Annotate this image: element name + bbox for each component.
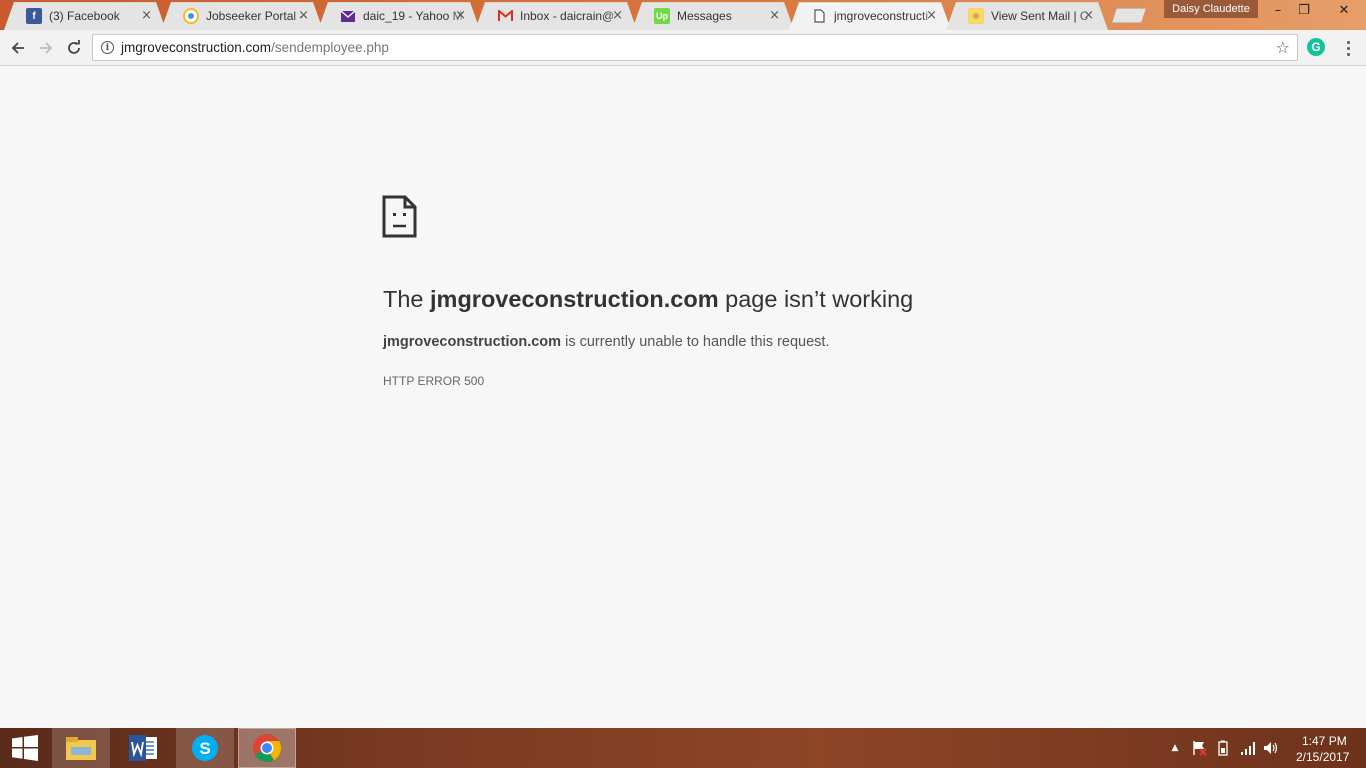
error-heading-host: jmgroveconstruction.com [430, 286, 719, 312]
restore-button[interactable]: ❐ [1289, 0, 1319, 20]
network-signal-icon[interactable] [1240, 740, 1256, 756]
start-button[interactable] [0, 728, 50, 768]
close-window-button[interactable]: ✕ [1322, 0, 1366, 20]
sent-mail-icon [968, 8, 984, 24]
volume-icon[interactable] [1263, 740, 1279, 756]
page-icon [811, 8, 827, 24]
browser-menu-icon[interactable] [1340, 38, 1356, 58]
reload-button[interactable] [62, 36, 86, 60]
file-explorer-icon [66, 737, 96, 760]
skype-icon: S [192, 735, 218, 761]
chrome-icon [253, 734, 282, 763]
show-hidden-icons-chevron-icon[interactable]: ▲ [1167, 740, 1183, 756]
forward-arrow-icon [40, 42, 53, 54]
tab-yahoo-mail[interactable]: daic_19 - Yahoo M × [318, 2, 480, 30]
error-heading: The jmgroveconstruction.com page isn’t w… [383, 286, 914, 312]
portal-icon [183, 8, 199, 24]
tab-close-icon[interactable]: × [455, 8, 466, 24]
error-description: jmgroveconstruction.com is currently una… [383, 334, 830, 350]
word-icon [129, 735, 157, 761]
taskbar-file-explorer[interactable] [52, 728, 110, 768]
url-path: /sendemployee.php [271, 40, 389, 55]
clock-date[interactable]: 2/15/2017 [1296, 750, 1349, 764]
taskbar-microsoft-word[interactable] [114, 728, 172, 768]
tab-jmgroveconstruction[interactable]: jmgroveconstructi × [789, 2, 951, 30]
tab-view-sent-mail[interactable]: View Sent Mail | C × [946, 2, 1108, 30]
tab-facebook[interactable]: f (3) Facebook × [4, 2, 166, 30]
grammarly-extension-icon[interactable]: G [1307, 38, 1325, 56]
tab-close-icon[interactable]: × [141, 8, 152, 24]
svg-text:S: S [199, 739, 210, 758]
tab-gmail-inbox[interactable]: Inbox - daicrain@ × [475, 2, 637, 30]
site-info-icon[interactable]: i [101, 41, 114, 54]
gmail-icon [497, 8, 513, 24]
reload-icon [68, 40, 80, 54]
tab-close-icon[interactable]: × [769, 8, 780, 24]
tab-close-icon[interactable]: × [612, 8, 623, 24]
url-host: jmgroveconstruction.com [121, 40, 272, 55]
tab-close-icon[interactable]: × [1083, 8, 1094, 24]
tab-upwork-messages[interactable]: Up Messages × [632, 2, 794, 30]
action-center-flag-icon[interactable] [1191, 740, 1207, 756]
facebook-icon: f [26, 8, 42, 24]
browser-toolbar: i jmgroveconstruction.com/sendemployee.p… [0, 30, 1366, 66]
error-description-host: jmgroveconstruction.com [383, 334, 562, 350]
tab-close-icon[interactable]: × [298, 8, 309, 24]
windows-logo-icon [12, 735, 38, 761]
profile-name-badge[interactable]: Daisy Claudette [1164, 0, 1258, 18]
back-button[interactable] [6, 36, 30, 60]
address-bar[interactable]: i jmgroveconstruction.com/sendemployee.p… [92, 34, 1298, 61]
forward-button[interactable] [34, 36, 58, 60]
error-code: HTTP ERROR 500 [383, 374, 485, 388]
taskbar-skype[interactable]: S [176, 728, 234, 768]
new-tab-button[interactable] [1112, 8, 1146, 23]
upwork-icon: Up [654, 8, 670, 24]
tab-strip: f (3) Facebook × Jobseeker Portal - × da… [0, 0, 1366, 30]
battery-icon[interactable] [1215, 740, 1231, 756]
taskbar-google-chrome[interactable] [238, 728, 296, 768]
clock-time[interactable]: 1:47 PM [1302, 734, 1347, 748]
tab-close-icon[interactable]: × [926, 8, 937, 24]
yahoo-mail-icon [340, 8, 356, 24]
page-content: The jmgroveconstruction.com page isn’t w… [0, 67, 1366, 728]
tab-jobseeker-portal[interactable]: Jobseeker Portal - × [161, 2, 323, 30]
sad-page-icon [382, 195, 417, 238]
windows-taskbar: S ▲ 1:47 PM 2/15/2017 [0, 728, 1366, 768]
back-arrow-icon [11, 42, 24, 54]
bookmark-star-icon[interactable]: ☆ [1276, 38, 1290, 57]
